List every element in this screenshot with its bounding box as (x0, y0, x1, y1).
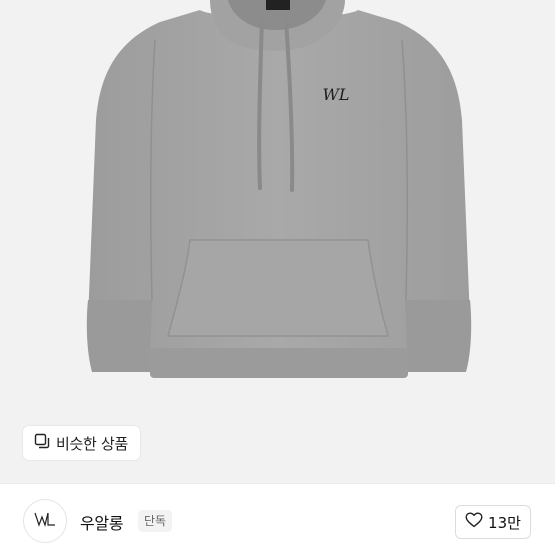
exclusive-badge: 단독 (138, 510, 173, 532)
hoodie-illustration: WL (86, 0, 472, 378)
similar-products-button[interactable]: 비슷한 상품 (23, 426, 140, 460)
similar-items-icon (34, 433, 50, 453)
like-button[interactable]: 13만 (455, 505, 531, 539)
like-count: 13만 (488, 513, 521, 532)
similar-products-label: 비슷한 상품 (56, 434, 128, 453)
seller-avatar[interactable] (23, 499, 67, 543)
heart-outline-icon (465, 512, 483, 532)
svg-text:WL: WL (322, 85, 349, 104)
product-photo[interactable]: WL (0, 0, 555, 483)
wooalong-logo-icon (34, 511, 56, 531)
seller-name[interactable]: 우알롱 (80, 510, 124, 534)
